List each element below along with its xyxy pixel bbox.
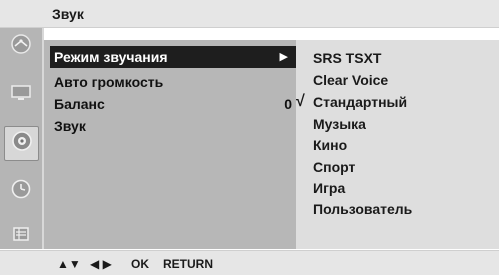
- menu-panel: Режим звучания ▶ Авто громкость Баланс 0…: [44, 40, 296, 249]
- option-srs-tsxt[interactable]: SRS TSXT: [313, 50, 381, 66]
- menu-item-auto-volume[interactable]: Авто громкость: [50, 71, 296, 93]
- menu-item-label: Звук: [54, 118, 86, 134]
- menu-item-sound[interactable]: Звук: [50, 115, 296, 137]
- navigation-hint-bar: ▲▼ ◀ ▶ OK RETURN: [0, 250, 499, 275]
- option-label: Стандартный: [313, 94, 408, 110]
- submenu-panel: SRS TSXT Clear Voice √ Стандартный Музык…: [296, 40, 499, 249]
- tv-osd-sound-menu: Звук Режим звучания ▶ Авто громкость Бал…: [0, 0, 499, 275]
- up-down-arrows-icon: ▲▼: [57, 257, 81, 271]
- sidebar-item-sound[interactable]: [4, 126, 39, 161]
- option-game[interactable]: Игра: [313, 180, 345, 196]
- check-mark-icon: √: [296, 93, 305, 110]
- return-hint: RETURN: [163, 257, 213, 271]
- option-clear-voice[interactable]: Clear Voice: [313, 72, 388, 88]
- option-user[interactable]: Пользователь: [313, 201, 412, 217]
- menu-item-label: Авто громкость: [54, 74, 164, 90]
- option-standard[interactable]: √ Стандартный: [296, 93, 408, 110]
- menu-item-label: Баланс: [54, 96, 105, 112]
- sidebar-item-time[interactable]: [4, 175, 37, 208]
- clock-icon: [9, 177, 33, 206]
- menu-item-label: Режим звучания: [54, 49, 168, 65]
- toolbox-icon: [9, 222, 33, 251]
- sidebar-item-picture[interactable]: [4, 79, 37, 112]
- balance-value: 0: [284, 96, 292, 112]
- left-right-arrows-icon: ◀ ▶: [90, 257, 112, 271]
- option-sport[interactable]: Спорт: [313, 159, 355, 175]
- page-title: Звук: [52, 6, 84, 22]
- menu-item-sound-mode[interactable]: Режим звучания ▶: [50, 46, 296, 68]
- satellite-dish-icon: [9, 32, 33, 61]
- speaker-icon: [10, 129, 34, 158]
- submenu-arrow-icon: ▶: [279, 51, 288, 63]
- option-music[interactable]: Музыка: [313, 116, 366, 132]
- title-bar: Звук: [0, 0, 499, 28]
- monitor-icon: [9, 81, 33, 110]
- option-cinema[interactable]: Кино: [313, 137, 347, 153]
- sidebar-item-channel[interactable]: [4, 30, 37, 63]
- category-sidebar: [0, 28, 44, 249]
- menu-item-balance[interactable]: Баланс 0: [50, 93, 296, 115]
- sidebar-item-options[interactable]: [4, 220, 37, 253]
- ok-hint: OK: [131, 257, 149, 271]
